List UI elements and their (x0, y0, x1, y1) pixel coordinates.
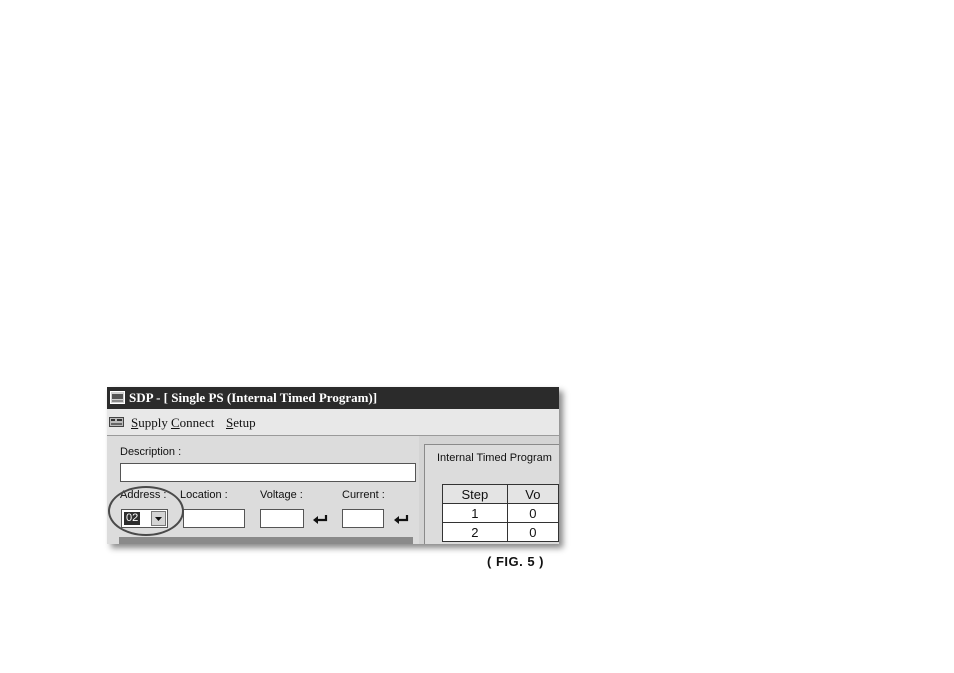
annotation-circle (108, 486, 184, 536)
step-cell[interactable]: 1 (442, 503, 508, 523)
current-label: Current : (342, 489, 385, 501)
voltage-label: Voltage : (260, 489, 303, 501)
menu-bar: Supply Connect Setup (107, 409, 559, 436)
current-enter-icon[interactable] (393, 514, 409, 524)
monitor-app-icon (110, 391, 125, 404)
column-voltage[interactable]: Vo (506, 484, 559, 504)
figure-caption: ( FIG. 5 ) (487, 554, 544, 569)
voltage-enter-icon[interactable] (312, 514, 328, 524)
voltage-input[interactable] (260, 509, 304, 528)
lower-panel-edge (119, 537, 413, 544)
table-row[interactable]: 1 0 (442, 503, 559, 523)
location-input[interactable] (183, 509, 245, 528)
description-label: Description : (120, 446, 182, 458)
description-input[interactable] (120, 463, 416, 482)
current-input[interactable] (342, 509, 384, 528)
table-header-row: Step Vo (442, 484, 559, 504)
menu-setup[interactable]: Setup (226, 415, 256, 431)
step-cell[interactable]: 2 (442, 522, 508, 542)
voltage-cell[interactable]: 0 (506, 503, 559, 523)
menu-supply[interactable]: Supply (131, 415, 168, 431)
table-row[interactable]: 2 0 (442, 522, 559, 542)
title-bar: SDP - [ Single PS (Internal Timed Progra… (107, 387, 559, 409)
program-table: Step Vo 1 0 2 0 (442, 484, 559, 542)
mdi-child-icon[interactable] (109, 417, 124, 427)
program-group-label: Internal Timed Program (437, 452, 552, 464)
menu-connect[interactable]: Connect (171, 415, 214, 431)
location-label: Location : (180, 489, 228, 501)
window-title: SDP - [ Single PS (Internal Timed Progra… (129, 390, 378, 405)
screenshot-window: SDP - [ Single PS (Internal Timed Progra… (107, 387, 559, 544)
voltage-cell[interactable]: 0 (506, 522, 559, 542)
column-step[interactable]: Step (442, 484, 508, 504)
